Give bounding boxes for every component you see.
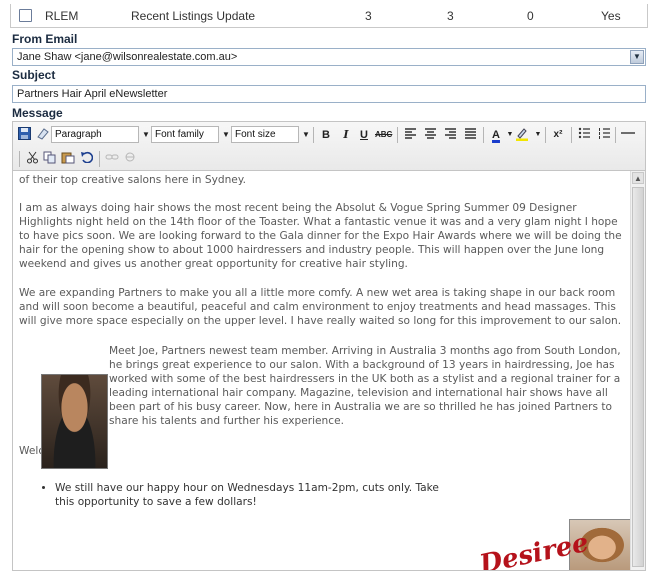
row-code: RLEM — [45, 9, 79, 23]
toolbar-separator — [545, 127, 546, 143]
subject-input[interactable]: Partners Hair April eNewsletter — [12, 85, 646, 103]
toolbar-separator — [19, 151, 20, 167]
list-item: We still have our happy hour on Wednesda… — [55, 481, 439, 509]
editor-bullet-list: We still have our happy hour on Wednesda… — [19, 481, 439, 509]
chevron-down-icon[interactable]: ▼ — [531, 127, 545, 143]
bold-button[interactable]: B — [319, 127, 333, 143]
editor-welcome: Welcome Joe! — [19, 444, 629, 458]
highlight-color-icon[interactable] — [515, 127, 529, 143]
cut-icon[interactable] — [25, 151, 39, 167]
toolbar-separator — [99, 151, 100, 167]
format-select[interactable]: Paragraph — [51, 126, 139, 143]
save-icon[interactable] — [17, 127, 31, 143]
eraser-icon[interactable] — [35, 127, 49, 143]
row-col5: 0 — [527, 9, 534, 23]
copy-icon[interactable] — [43, 151, 57, 167]
toolbar-separator — [571, 127, 572, 143]
row-checkbox[interactable] — [19, 9, 32, 22]
editor-paragraph-expanding: We are expanding Partners to make you al… — [19, 286, 622, 327]
font-size-select[interactable]: Font size — [231, 126, 299, 143]
align-left-icon[interactable] — [403, 127, 417, 143]
paste-icon[interactable] — [61, 151, 75, 167]
message-label: Message — [12, 106, 63, 120]
row-col6: Yes — [601, 9, 621, 23]
editor-line: of their top creative salons here in Syd… — [19, 174, 246, 186]
message-body[interactable]: of their top creative salons here in Syd… — [19, 173, 629, 509]
row-name: Recent Listings Update — [131, 9, 256, 23]
strikethrough-button[interactable]: ABC — [375, 127, 392, 143]
from-email-value: Jane Shaw <jane@wilsonrealestate.com.au> — [17, 51, 238, 63]
align-center-icon[interactable] — [423, 127, 437, 143]
editor-toolbar: Paragraph ▼ Font family ▼ Font size ▼ B … — [12, 121, 646, 171]
table-row[interactable]: RLEM Recent Listings Update 3 3 0 Yes — [10, 4, 648, 28]
toolbar-row-1: Paragraph ▼ Font family ▼ Font size ▼ B … — [13, 124, 645, 146]
subject-value: Partners Hair April eNewsletter — [17, 88, 168, 100]
font-family-value: Font family — [155, 129, 204, 140]
chevron-down-icon[interactable]: ▼ — [299, 127, 313, 143]
numbered-list-icon[interactable] — [597, 127, 611, 143]
row-col3: 3 — [365, 9, 372, 23]
chevron-down-icon[interactable]: ▼ — [630, 50, 644, 64]
row-col4: 3 — [447, 9, 454, 23]
format-select-value: Paragraph — [55, 129, 102, 140]
unlink-icon[interactable] — [123, 151, 137, 167]
toolbar-separator — [313, 127, 314, 143]
from-email-select[interactable]: Jane Shaw <jane@wilsonrealestate.com.au>… — [12, 48, 646, 66]
toolbar-separator — [483, 127, 484, 143]
link-icon[interactable] — [105, 151, 119, 167]
align-right-icon[interactable] — [443, 127, 457, 143]
horizontal-rule-icon[interactable] — [621, 127, 635, 143]
font-family-select[interactable]: Font family — [151, 126, 219, 143]
joe-photo — [41, 374, 108, 469]
editor-paragraph-meet-joe: Meet Joe, Partners newest team member. A… — [109, 344, 621, 428]
underline-button[interactable]: U — [357, 127, 371, 143]
undo-icon[interactable] — [79, 151, 93, 167]
newsletter-form: RLEM Recent Listings Update 3 3 0 Yes Fr… — [10, 0, 648, 571]
message-editor[interactable]: of their top creative salons here in Syd… — [12, 171, 646, 571]
scrollbar-thumb[interactable] — [632, 187, 644, 567]
toolbar-separator — [615, 127, 616, 143]
text-color-icon[interactable]: A — [489, 127, 503, 143]
toolbar-row-2 — [13, 148, 645, 170]
align-justify-icon[interactable] — [463, 127, 477, 143]
italic-button[interactable]: I — [339, 127, 353, 143]
scroll-up-icon[interactable]: ▲ — [632, 172, 644, 184]
bullet-list-icon[interactable] — [577, 127, 591, 143]
editor-scrollbar[interactable]: ▲ — [630, 171, 645, 570]
font-size-value: Font size — [235, 129, 276, 140]
from-email-label: From Email — [12, 32, 78, 46]
subject-label: Subject — [12, 68, 56, 82]
toolbar-separator — [397, 127, 398, 143]
superscript-button[interactable]: x² — [551, 127, 565, 143]
editor-paragraph-shows: I am as always doing hair shows the most… — [19, 202, 622, 271]
